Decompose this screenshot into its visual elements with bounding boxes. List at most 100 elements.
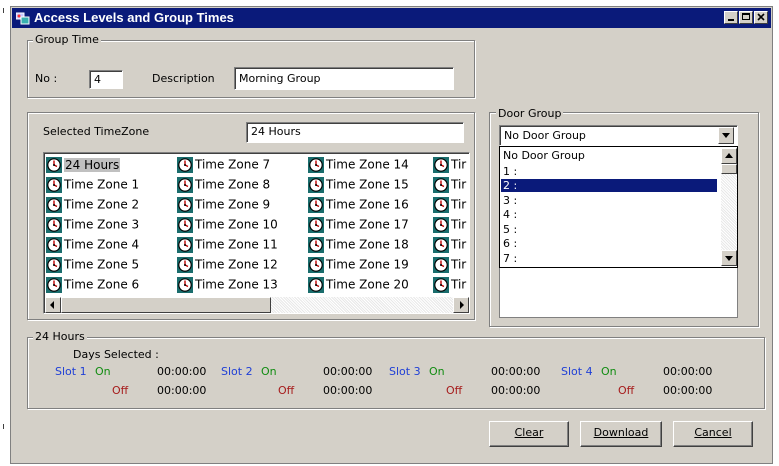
clear-button[interactable]: Clear (489, 421, 569, 447)
timezone-item[interactable]: Time Zone 13 (177, 275, 278, 295)
title-bar[interactable]: Access Levels and Group Times (12, 8, 771, 28)
slot-on-label: On (601, 365, 617, 378)
maximize-button[interactable] (739, 11, 753, 24)
slot-off-time[interactable]: 00:00:00 (491, 384, 540, 397)
clock-icon (433, 156, 449, 173)
timezone-item[interactable]: Tir (433, 155, 466, 175)
door-group-option[interactable]: 6 : (501, 237, 717, 250)
chevron-down-icon (722, 133, 730, 138)
clock-icon (308, 276, 324, 293)
door-group-option[interactable]: 1 : (501, 165, 717, 178)
slot-off-time[interactable]: 00:00:00 (663, 384, 712, 397)
slot-on-time[interactable]: 00:00:00 (157, 365, 206, 378)
slot-off-label: Off (278, 384, 295, 397)
timezone-item[interactable]: Time Zone 20 (308, 275, 409, 295)
horizontal-scroll-thumb[interactable] (61, 297, 271, 313)
description-field[interactable]: Morning Group (234, 67, 454, 90)
timezone-item[interactable]: Tir (433, 275, 466, 295)
timezone-item[interactable]: Time Zone 6 (46, 275, 139, 295)
slot-off-time[interactable]: 00:00:00 (157, 384, 206, 397)
slot-label: Slot 4 (561, 365, 593, 378)
timezone-item[interactable]: Time Zone 2 (46, 195, 139, 215)
clock-icon (308, 196, 324, 213)
timezone-item[interactable]: Time Zone 15 (308, 175, 409, 195)
timezone-label: Tir (451, 197, 467, 212)
timezone-label: Time Zone 4 (64, 237, 140, 252)
door-group-option[interactable]: 2 : (501, 179, 717, 192)
slot-on-label: On (261, 365, 277, 378)
timezone-item[interactable]: Tir (433, 215, 466, 235)
cancel-button[interactable]: Cancel (673, 421, 753, 447)
dropdown-button[interactable] (718, 127, 734, 144)
clock-icon (433, 216, 449, 233)
timezone-item[interactable]: Time Zone 10 (177, 215, 278, 235)
timezone-item[interactable]: Time Zone 18 (308, 235, 409, 255)
timezone-item[interactable]: Tir (433, 175, 466, 195)
slot-on-label: On (429, 365, 445, 378)
timezone-item[interactable]: Time Zone 11 (177, 235, 278, 255)
clock-icon (177, 216, 193, 233)
slot-off-time[interactable]: 00:00:00 (323, 384, 372, 397)
timezone-item[interactable]: Time Zone 19 (308, 255, 409, 275)
list-scroll-down[interactable] (721, 250, 737, 266)
group-number-field[interactable]: 4 (89, 70, 123, 89)
timezone-label: Tir (451, 277, 467, 292)
selected-timezone-field[interactable]: 24 Hours (246, 122, 464, 143)
timezone-item[interactable]: Time Zone 16 (308, 195, 409, 215)
dialog-window: Access Levels and Group Times Group Time… (10, 6, 773, 464)
no-label: No : (35, 72, 58, 85)
slot-on-time[interactable]: 00:00:00 (663, 365, 712, 378)
timezone-item[interactable]: Tir (433, 255, 466, 275)
timezone-label: Time Zone 10 (195, 217, 278, 232)
timezone-item[interactable]: Time Zone 12 (177, 255, 278, 275)
clock-icon (433, 196, 449, 213)
schedule-legend: 24 Hours (33, 330, 87, 343)
clock-icon (177, 256, 193, 273)
list-scroll-track[interactable] (721, 174, 737, 250)
selected-timezone-label: Selected TimeZone (43, 125, 150, 138)
timezone-label: Time Zone 6 (64, 277, 140, 292)
clock-icon (177, 236, 193, 253)
clock-icon (46, 156, 62, 173)
download-button[interactable]: Download (580, 421, 662, 447)
timezone-item[interactable]: Time Zone 7 (177, 155, 270, 175)
list-scroll-up[interactable] (721, 148, 737, 164)
timezone-item[interactable]: Time Zone 17 (308, 215, 409, 235)
timezone-label: Time Zone 11 (195, 237, 278, 252)
door-group-option[interactable]: 3 : (501, 194, 717, 207)
timezone-item[interactable]: Time Zone 14 (308, 155, 409, 175)
timezone-item[interactable]: Time Zone 3 (46, 215, 139, 235)
door-group-select[interactable]: No Door Group (499, 125, 738, 146)
close-button[interactable] (754, 11, 768, 24)
slot-on-time[interactable]: 00:00:00 (323, 365, 372, 378)
door-group-option[interactable]: No Door Group (501, 149, 717, 163)
timezone-item[interactable]: Time Zone 5 (46, 255, 139, 275)
slot-on-time[interactable]: 00:00:00 (491, 365, 540, 378)
timezone-item[interactable]: Time Zone 8 (177, 175, 270, 195)
timezone-item[interactable]: Time Zone 9 (177, 195, 270, 215)
timezone-label: Time Zone 20 (326, 277, 409, 292)
clock-icon (46, 196, 62, 213)
clock-icon (433, 176, 449, 193)
timezone-item[interactable]: Tir (433, 235, 466, 255)
timezone-item[interactable]: Time Zone 4 (46, 235, 139, 255)
scroll-right-button[interactable] (453, 297, 469, 313)
timezone-item[interactable]: Tir (433, 195, 466, 215)
timezone-item[interactable]: Time Zone 1 (46, 175, 139, 195)
timezone-label: Time Zone 9 (195, 197, 271, 212)
access-levels-icon (16, 12, 30, 25)
door-group-legend: Door Group (496, 107, 564, 120)
door-group-option[interactable]: 7 : (501, 252, 717, 265)
door-group-option[interactable]: 4 : (501, 208, 717, 221)
scroll-left-button[interactable] (45, 297, 61, 313)
arrow-down-icon (725, 256, 733, 261)
timezone-label: Time Zone 2 (64, 197, 140, 212)
door-group-option[interactable]: 5 : (501, 223, 717, 236)
list-scroll-thumb[interactable] (721, 164, 737, 174)
door-group-listbox[interactable]: No Door Group 1 :2 : 3 :4 : 5 :6 : 7 : (499, 146, 738, 268)
minimize-button[interactable] (724, 11, 738, 24)
timezone-item[interactable]: 24 Hours (46, 155, 121, 175)
timezone-list[interactable]: 24 Hours Time Zone 1 Time Zone 2 Time Zone … (43, 152, 470, 314)
arrow-left-icon (50, 301, 54, 309)
clock-icon (177, 276, 193, 293)
